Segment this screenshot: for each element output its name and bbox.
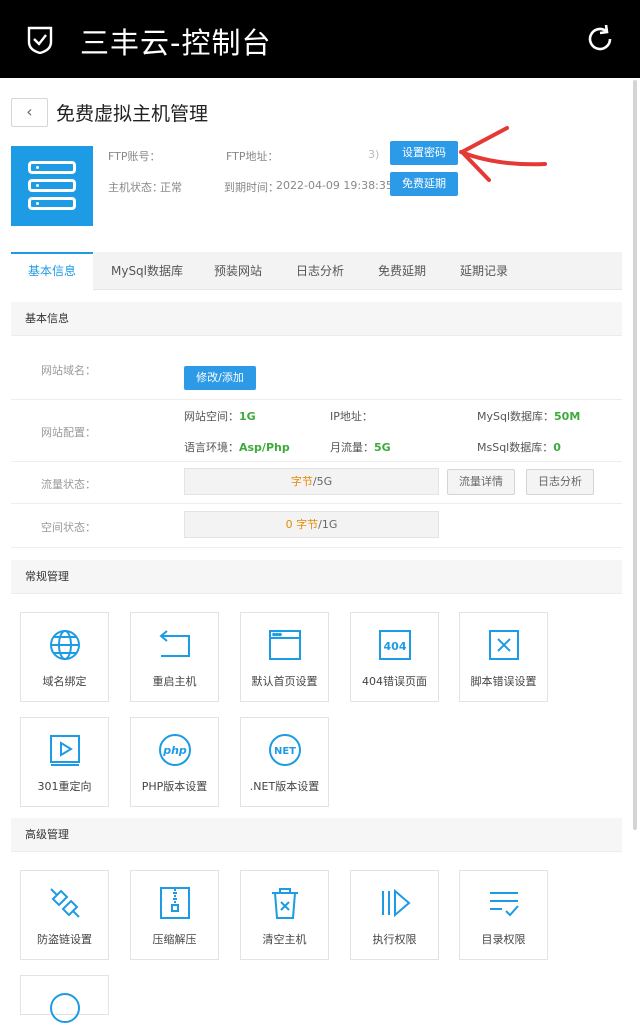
card-label: 重启主机 [152, 675, 197, 688]
card-label: 404错误页面 [362, 675, 427, 688]
space-label: 空间状态： [41, 521, 96, 534]
card-label: .NET版本设置 [249, 780, 320, 793]
globe-icon [50, 630, 80, 660]
divider [11, 547, 622, 548]
tab-preinstalled-site[interactable]: 预装网站 [201, 252, 275, 290]
tab-bar: 基本信息 MySql数据库 预装网站 日志分析 免费延期 延期记录 [11, 252, 622, 290]
traffic-progress: 字节/5G [184, 468, 439, 495]
ftp-address-label: FTP地址： [226, 150, 279, 163]
card-label: 默认首页设置 [251, 675, 318, 688]
default-homepage-card[interactable]: 默认首页设置 [240, 612, 329, 702]
compress-card[interactable]: 压缩解压 [130, 870, 219, 960]
404-page-card[interactable]: 404 404错误页面 [350, 612, 439, 702]
php-icon: php [159, 734, 191, 766]
broken-link-icon [50, 888, 80, 918]
tab-basic-info[interactable]: 基本信息 [11, 252, 93, 290]
net-icon: NET [269, 734, 301, 766]
svg-text:NET: NET [274, 746, 296, 757]
tab-extend-records[interactable]: 延期记录 [447, 252, 521, 290]
bracket-fragment: 3) [368, 148, 380, 161]
card-label: 压缩解压 [152, 933, 197, 946]
php-version-card[interactable]: php PHP版本设置 [130, 717, 219, 807]
domain-binding-card[interactable]: 域名绑定 [20, 612, 109, 702]
execute-icon [382, 888, 411, 918]
modify-add-button[interactable]: 修改/添加 [184, 366, 256, 390]
divider [11, 399, 622, 400]
trash-icon [272, 888, 298, 919]
directory-permission-card[interactable]: 目录权限 [459, 870, 548, 960]
tab-mysql[interactable]: MySql数据库 [99, 252, 195, 290]
svg-text:php: php [162, 744, 187, 757]
card-label: PHP版本设置 [141, 780, 208, 793]
svg-text:404: 404 [384, 640, 407, 653]
page-title: 免费虚拟主机管理 [56, 103, 209, 125]
back-button[interactable]: ‹ [11, 98, 48, 127]
x-box-icon [489, 630, 519, 660]
site-space: 网站空间：1G [184, 410, 256, 423]
tab-log-analysis[interactable]: 日志分析 [283, 252, 357, 290]
server-icon [11, 146, 93, 226]
free-extend-button[interactable]: 免费延期 [390, 172, 458, 196]
config-label: 网站配置： [41, 426, 96, 439]
advanced-management-heading: 高级管理 [11, 818, 622, 852]
space-progress: 0 字节/1G [184, 511, 439, 538]
card-label: 301重定向 [37, 780, 92, 793]
net-version-card[interactable]: NET .NET版本设置 [240, 717, 329, 807]
card-label: 目录权限 [481, 933, 526, 946]
execute-permission-card[interactable]: 执行权限 [350, 870, 439, 960]
monthly-traffic: 月流量：5G [330, 441, 391, 454]
redirect-301-card[interactable]: 301重定向 [20, 717, 109, 807]
script-error-card[interactable]: 脚本错误设置 [459, 612, 548, 702]
mssql-quota: MsSql数据库：0 [477, 441, 561, 454]
divider [11, 461, 622, 462]
404-icon: 404 [379, 630, 411, 660]
red-arrow-annotation [459, 126, 547, 182]
basic-info-heading: 基本信息 [11, 302, 622, 336]
language-env: 语言环境：Asp/Php [184, 441, 290, 454]
log-analysis-button[interactable]: 日志分析 [526, 469, 594, 495]
traffic-detail-button[interactable]: 流量详情 [447, 469, 515, 495]
partial-card[interactable] [20, 975, 109, 1023]
tab-free-extend[interactable]: 免费延期 [365, 252, 439, 290]
card-label: 域名绑定 [42, 675, 87, 688]
ip-address: IP地址： [330, 410, 373, 423]
card-label: 清空主机 [262, 933, 307, 946]
globe-icon [50, 993, 80, 1023]
anti-leech-card[interactable]: 防盗链设置 [20, 870, 109, 960]
traffic-label: 流量状态： [41, 478, 96, 491]
clear-host-card[interactable]: 清空主机 [240, 870, 329, 960]
restart-host-card[interactable]: 重启主机 [130, 612, 219, 702]
regular-management-heading: 常规管理 [11, 560, 622, 594]
app-title: 三丰云-控制台 [80, 26, 272, 60]
shield-check-icon[interactable] [27, 26, 53, 54]
list-check-icon [490, 892, 519, 917]
expire-value: 2022-04-09 19:38:35 [276, 179, 393, 192]
refresh-icon[interactable] [585, 24, 615, 54]
play-box-icon [50, 735, 80, 766]
set-password-button[interactable]: 设置密码 [390, 141, 458, 165]
app-header: 三丰云-控制台 [0, 0, 640, 78]
card-label: 脚本错误设置 [470, 675, 537, 688]
divider [11, 503, 622, 504]
domain-label: 网站域名： [41, 364, 96, 377]
card-label: 执行权限 [372, 933, 417, 946]
host-status-label: 主机状态： [108, 181, 163, 194]
zip-icon [160, 887, 190, 919]
host-status-value: 正常 [160, 181, 182, 194]
restart-icon [159, 630, 190, 657]
scrollbar[interactable] [633, 80, 637, 830]
expire-label: 到期时间： [224, 181, 279, 194]
mysql-quota: MySql数据库：50M [477, 410, 581, 423]
card-label: 防盗链设置 [37, 933, 92, 946]
browser-window-icon [269, 630, 301, 660]
ftp-account-label: FTP账号： [108, 150, 161, 163]
